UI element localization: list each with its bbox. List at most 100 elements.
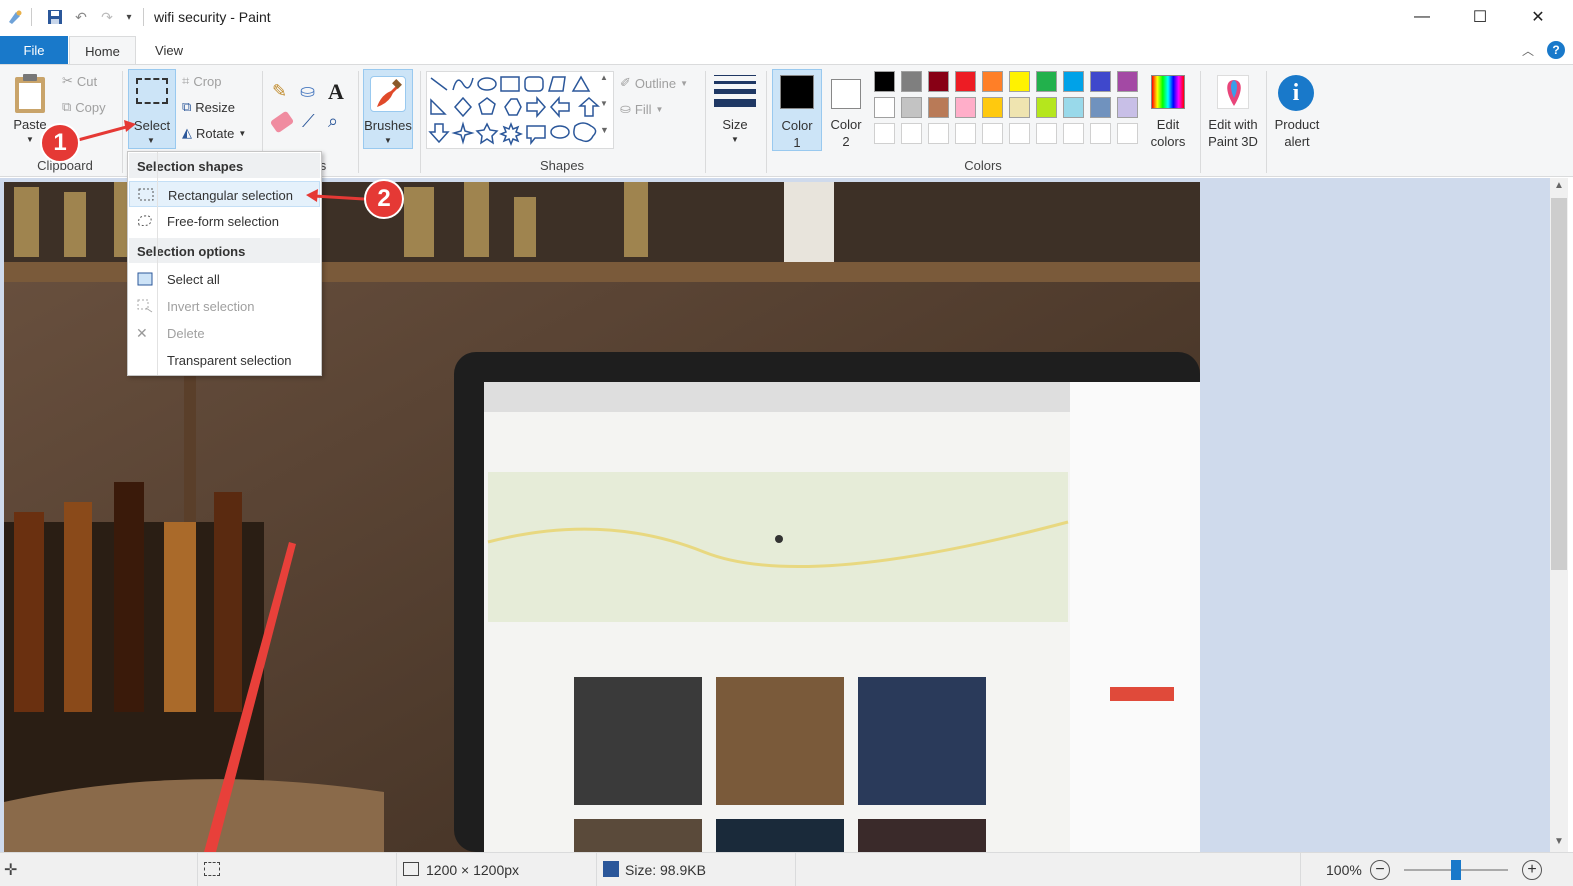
edit-colors-button[interactable]: Edit colors <box>1146 69 1190 151</box>
color-swatch[interactable] <box>1009 123 1030 144</box>
color-swatch[interactable] <box>1090 123 1111 144</box>
color-swatch[interactable] <box>928 123 949 144</box>
color-swatch[interactable] <box>1117 71 1138 92</box>
tab-home[interactable]: Home <box>69 36 136 65</box>
color-swatch[interactable] <box>982 97 1003 118</box>
color-swatch[interactable] <box>955 123 976 144</box>
color-swatch[interactable] <box>1036 71 1057 92</box>
fill-bucket-icon[interactable]: ⛀ <box>300 81 315 102</box>
color-swatch[interactable] <box>928 97 949 118</box>
magnifier-icon[interactable]: ⌕ <box>328 111 338 132</box>
paste-dropdown-icon[interactable]: ▼ <box>26 135 34 144</box>
scroll-thumb[interactable] <box>1551 198 1567 570</box>
scroll-up-icon[interactable]: ▲ <box>1554 180 1564 191</box>
color1-button[interactable]: Color 1 <box>772 69 822 151</box>
status-bar: ✛ 1200 × 1200px Size: 98.9KB 100% − + <box>0 852 1573 886</box>
customize-quick-access-icon[interactable]: ▾ <box>120 8 138 26</box>
maximize-button[interactable]: ☐ <box>1451 0 1509 34</box>
resize-label: Resize <box>195 99 236 115</box>
color-swatch[interactable] <box>901 71 922 92</box>
product-alert-button[interactable]: i Product alert <box>1270 69 1324 151</box>
freeform-dashed-icon <box>136 213 154 229</box>
undo-icon[interactable]: ↶ <box>72 8 90 26</box>
save-icon[interactable] <box>46 8 64 26</box>
color-swatch[interactable] <box>901 123 922 144</box>
tab-file[interactable]: File <box>0 36 68 64</box>
redo-icon[interactable]: ↷ <box>98 8 116 26</box>
help-icon[interactable]: ? <box>1547 41 1565 59</box>
color-swatch[interactable] <box>874 97 895 118</box>
cursor-position-icon: ✛ <box>4 862 18 879</box>
rotate-button[interactable]: ◭ Rotate ▼ <box>182 125 246 141</box>
scissors-icon: ✂ <box>62 73 73 88</box>
zoom-level: 100% <box>1326 862 1362 878</box>
color-swatch[interactable] <box>982 71 1003 92</box>
zoom-in-button[interactable]: + <box>1522 860 1542 880</box>
title-bar: ↶ ↷ ▾ wifi security - Paint — ☐ ✕ <box>0 0 1573 36</box>
close-button[interactable]: ✕ <box>1509 0 1567 34</box>
size-button[interactable]: Size <box>712 117 758 133</box>
vertical-scrollbar[interactable]: ▲ ▼ <box>1550 178 1568 852</box>
minimize-button[interactable]: — <box>1393 0 1451 34</box>
fill-label: Fill <box>634 101 652 117</box>
outline-button[interactable]: ✐ Outline ▼ <box>620 75 688 91</box>
file-size-icon <box>603 861 619 877</box>
color-swatch[interactable] <box>1009 71 1030 92</box>
color-swatch[interactable] <box>1117 123 1138 144</box>
color-picker-icon[interactable]: ⟋ <box>302 111 315 132</box>
color-swatch[interactable] <box>1063 123 1084 144</box>
color-swatch[interactable] <box>1117 97 1138 118</box>
color-swatch[interactable] <box>1090 71 1111 92</box>
file-size: Size: 98.9KB <box>625 862 706 878</box>
color-swatch[interactable] <box>1036 97 1057 118</box>
color-swatch[interactable] <box>1036 123 1057 144</box>
color1-label: Color <box>781 118 813 133</box>
selection-size-icon <box>204 862 220 876</box>
annotation-badge-2: 2 <box>364 179 404 219</box>
shapes-gallery[interactable] <box>426 71 614 149</box>
select-label: Select <box>133 118 171 133</box>
paste-icon[interactable] <box>12 73 48 115</box>
brushes-button[interactable]: Brushes ▼ <box>363 69 413 149</box>
edit-with-paint3d-button[interactable]: Edit with Paint 3D <box>1205 69 1261 151</box>
paint3d-icon <box>1217 75 1249 109</box>
shapes-scroll-down-icon[interactable]: ▼ <box>600 99 608 108</box>
color-swatch[interactable] <box>1063 71 1084 92</box>
paint-app-icon <box>6 8 24 26</box>
outline-icon: ✐ <box>620 75 631 90</box>
window-title: wifi security - Paint <box>154 9 271 25</box>
pencil-icon[interactable]: ✎ <box>272 81 287 102</box>
shapes-expand-icon[interactable]: ▼ <box>600 125 609 135</box>
size-icon[interactable] <box>714 75 756 111</box>
color-swatch[interactable] <box>874 123 895 144</box>
color-swatch[interactable] <box>955 97 976 118</box>
color-swatch[interactable] <box>1009 97 1030 118</box>
shapes-group-label: Shapes <box>539 158 585 173</box>
shapes-scroll-up-icon[interactable]: ▲ <box>600 73 608 82</box>
tab-view[interactable]: View <box>137 36 201 64</box>
color-swatch[interactable] <box>982 123 1003 144</box>
collapse-ribbon-icon[interactable]: ︿ <box>1522 42 1534 59</box>
cut-button[interactable]: ✂ Cut <box>62 73 97 89</box>
ribbon-tabs: File Home View ︿ ? <box>0 36 1573 65</box>
color-swatch[interactable] <box>874 71 895 92</box>
color-swatch[interactable] <box>901 97 922 118</box>
fill-button[interactable]: ⛀ Fill ▼ <box>620 101 663 117</box>
zoom-slider-thumb[interactable] <box>1451 860 1461 880</box>
color2-button[interactable]: Color 2 <box>822 69 872 151</box>
color-swatch[interactable] <box>928 71 949 92</box>
color-swatch[interactable] <box>1090 97 1111 118</box>
resize-button[interactable]: ⧉ Resize <box>182 99 235 115</box>
size-dropdown-icon[interactable]: ▼ <box>731 135 739 144</box>
color-swatch[interactable] <box>1063 97 1084 118</box>
scroll-down-icon[interactable]: ▼ <box>1554 836 1564 847</box>
edit-colors-label-2: colors <box>1150 134 1186 149</box>
select-button[interactable]: Select ▼ <box>128 69 176 149</box>
crop-button[interactable]: ⌗ Crop <box>182 73 222 89</box>
eraser-icon[interactable] <box>269 110 295 134</box>
select-all-icon <box>136 271 154 287</box>
zoom-out-button[interactable]: − <box>1370 860 1390 880</box>
text-tool-icon[interactable]: A <box>328 79 344 105</box>
copy-button[interactable]: ⧉ Copy <box>62 99 106 115</box>
color-swatch[interactable] <box>955 71 976 92</box>
